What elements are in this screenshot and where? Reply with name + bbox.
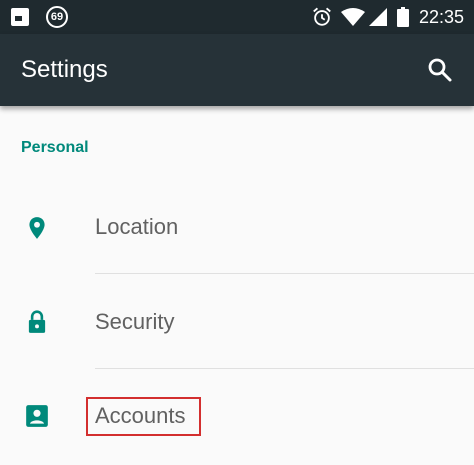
status-bar-right: 22:35	[311, 0, 464, 34]
battery-icon	[396, 7, 409, 27]
search-button[interactable]	[426, 56, 454, 84]
wifi-icon	[340, 7, 365, 27]
search-icon	[426, 58, 454, 88]
lock-icon	[24, 309, 50, 335]
settings-item-accounts[interactable]: Accounts	[0, 371, 474, 465]
settings-item-security[interactable]: Security	[0, 276, 474, 370]
highlight-box	[86, 397, 201, 436]
divider	[95, 368, 474, 369]
account-box-icon	[24, 403, 50, 429]
status-time: 22:35	[418, 6, 464, 27]
app-bar: Settings	[0, 34, 474, 106]
location-pin-icon	[24, 215, 50, 241]
status-bar: 69 22:35	[0, 0, 474, 34]
divider	[95, 273, 474, 274]
settings-list: Personal Location Security Accounts	[0, 106, 474, 461]
status-bar-left: 69	[10, 0, 68, 34]
settings-item-label: Security	[95, 309, 175, 334]
signal-icon	[368, 8, 387, 26]
notification-count-badge: 69	[46, 6, 68, 28]
settings-item-location[interactable]: Location	[0, 181, 474, 275]
section-header-personal: Personal	[21, 139, 89, 156]
notification-icon	[10, 7, 30, 27]
settings-item-label: Location	[95, 214, 179, 239]
alarm-icon	[311, 6, 333, 28]
page-title: Settings	[21, 56, 108, 83]
